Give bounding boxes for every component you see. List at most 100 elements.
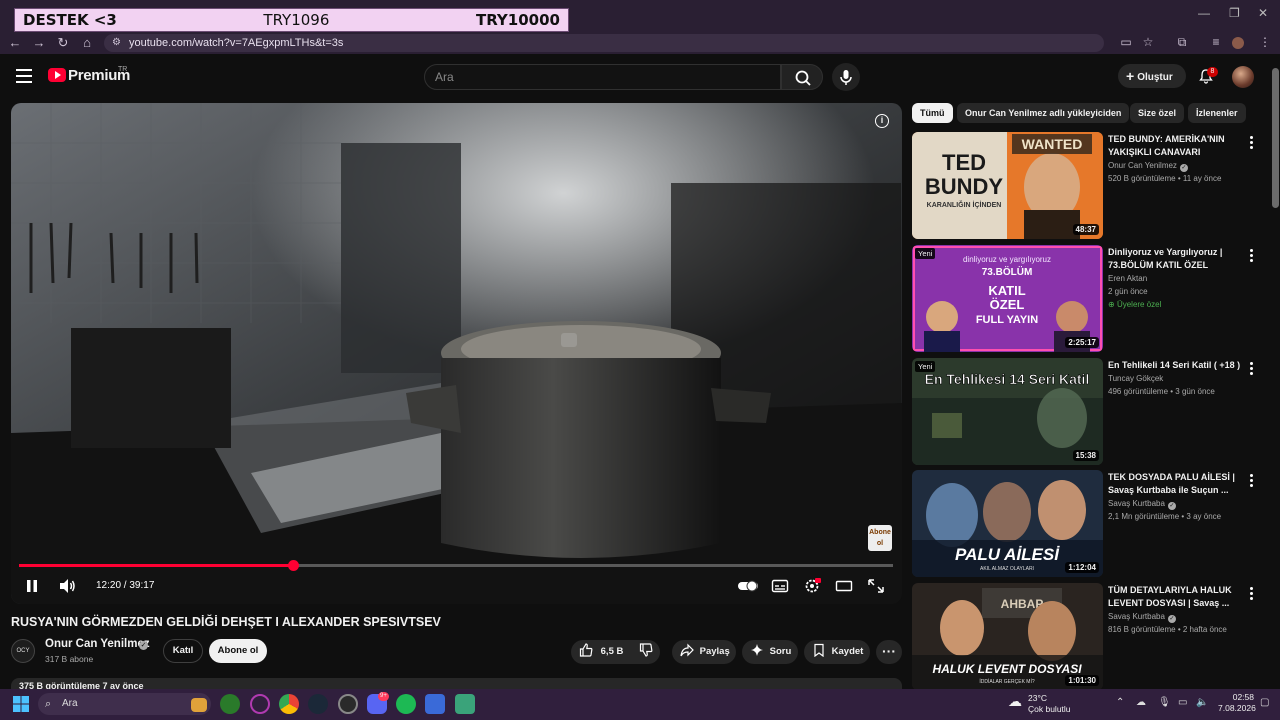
theater-mode-icon[interactable] [835, 578, 853, 594]
share-button[interactable]: Paylaş [672, 640, 736, 664]
save-button[interactable]: Kaydet [804, 640, 870, 664]
scrollbar-thumb[interactable] [1272, 68, 1279, 208]
back-icon[interactable]: ← [6, 34, 24, 52]
recommendation-title[interactable]: En Tehlikeli 14 Seri Katil ( +18 ) [1108, 359, 1242, 372]
donation-overlay: DESTEK <3 TRY1096 TRY10000 [14, 8, 569, 32]
verified-check-icon: ✓ [1179, 164, 1188, 172]
forward-icon[interactable]: → [30, 34, 48, 52]
microphone-tray-icon[interactable]: 🎙 [1158, 697, 1171, 708]
video-player[interactable] [11, 103, 902, 604]
minimize-icon[interactable]: — [1198, 6, 1210, 20]
video-thumbnail[interactable]: En Tehlikesi 14 Seri Katil Yeni 15:38 [912, 358, 1103, 465]
app-blue-icon[interactable] [425, 694, 445, 714]
reload-icon[interactable]: ↻ [54, 34, 72, 52]
steam-icon[interactable] [308, 694, 328, 714]
recommendation-title[interactable]: TED BUNDY: AMERİKA'NIN YAKIŞIKLI CANAVAR… [1108, 133, 1242, 159]
url-field[interactable]: ⚙ youtube.com/watch?v=7AEgxpmLTHs&t=3s [104, 34, 1104, 52]
browser-menu-icon[interactable]: ⋮ [1257, 35, 1273, 49]
youtube-logo-icon[interactable] [48, 68, 66, 82]
search-button[interactable] [781, 64, 823, 90]
recommendation-item[interactable]: PALU AİLESİ AKIL ALMAZ OLAYLARI 1:12:04 … [912, 470, 1264, 578]
volume-icon[interactable] [58, 578, 76, 594]
svg-text:FULL YAYIN: FULL YAYIN [976, 314, 1038, 326]
search-input[interactable]: Ara [424, 64, 781, 90]
ask-button[interactable]: Soru [742, 640, 798, 664]
thumbnail-image: dinliyoruz ve yargılıyoruz 73.BÖLÜM KATI… [912, 245, 1103, 352]
account-avatar[interactable] [1232, 66, 1254, 88]
subscribe-button[interactable]: Abone ol [209, 639, 267, 663]
fullscreen-icon[interactable] [867, 578, 885, 594]
recommendation-title[interactable]: TÜM DETAYLARIYLA HALUK LEVENT DOSYASI | … [1108, 584, 1242, 610]
cloud-tray-icon[interactable]: ☁ [1136, 697, 1146, 708]
duration-badge: 15:38 [1072, 450, 1099, 461]
like-button[interactable]: 6,5 B [579, 643, 623, 657]
bookmark-star-icon[interactable]: ☆ [1140, 35, 1156, 49]
close-icon[interactable]: ✕ [1258, 6, 1268, 20]
spotify-icon[interactable] [396, 694, 416, 714]
recommendation-title[interactable]: Dinliyoruz ve Yargılıyoruz | 73.BÖLÜM KA… [1108, 246, 1242, 272]
reading-list-icon[interactable]: ≡ [1208, 35, 1224, 49]
channel-avatar[interactable]: OCY [11, 639, 35, 663]
settings-gear-icon[interactable] [803, 578, 821, 594]
recommendation-item[interactable]: AHBAP HALUK LEVENT DOSYASI İDDİALAR GERÇ… [912, 583, 1264, 691]
xbox-icon[interactable] [220, 694, 240, 714]
obs-icon[interactable] [338, 694, 358, 714]
cast-icon[interactable]: ▭ [1118, 35, 1134, 49]
channel-watermark[interactable]: Abone ol [868, 525, 892, 551]
video-thumbnail[interactable]: dinliyoruz ve yargılıyoruz 73.BÖLÜM KATI… [912, 245, 1103, 352]
notification-center-icon[interactable]: ▢ [1260, 697, 1269, 708]
recommendation-channel[interactable]: Eren Aktan [1108, 274, 1147, 283]
join-button[interactable]: Katıl [163, 639, 203, 663]
hamburger-menu-icon[interactable] [16, 69, 32, 83]
autoplay-toggle-icon[interactable] [737, 578, 759, 594]
chip-for-you[interactable]: Size özel [1130, 103, 1185, 123]
home-icon[interactable]: ⌂ [78, 34, 96, 52]
network-icon[interactable]: ▭ [1178, 697, 1187, 708]
speaker-icon[interactable]: 🔈 [1196, 697, 1208, 708]
profile-icon[interactable] [1232, 37, 1244, 49]
recommendation-title[interactable]: TEK DOSYADA PALU AİLESİ | Savaş Kurtbaba… [1108, 471, 1242, 497]
more-vertical-icon[interactable] [1250, 474, 1254, 489]
recommendation-item[interactable]: dinliyoruz ve yargılıyoruz 73.BÖLÜM KATI… [912, 245, 1264, 353]
more-vertical-icon[interactable] [1250, 136, 1254, 151]
windows-start-icon[interactable] [13, 696, 29, 712]
pause-icon[interactable] [25, 579, 39, 593]
voice-search-button[interactable] [832, 63, 860, 91]
new-badge: Yeni [915, 248, 936, 259]
video-thumbnail[interactable]: WANTED TED BUNDY KARANLIĞIN İÇİNDEN 48:3… [912, 132, 1103, 239]
recommendation-item[interactable]: WANTED TED BUNDY KARANLIĞIN İÇİNDEN 48:3… [912, 132, 1264, 240]
chip-watched[interactable]: İzlenenler [1188, 103, 1246, 123]
video-thumbnail[interactable]: AHBAP HALUK LEVENT DOSYASI İDDİALAR GERÇ… [912, 583, 1103, 690]
more-vertical-icon[interactable] [1250, 587, 1254, 602]
more-actions-button[interactable]: ··· [876, 640, 902, 664]
dislike-button[interactable] [639, 640, 653, 664]
create-button[interactable]: + Oluştur [1118, 64, 1186, 88]
recommendation-channel[interactable]: Tuncay Gökçek [1108, 374, 1163, 383]
more-vertical-icon[interactable] [1250, 249, 1254, 264]
recommendation-item[interactable]: En Tehlikesi 14 Seri Katil Yeni 15:38 En… [912, 358, 1264, 466]
system-clock[interactable]: 02:58 7.08.2026 [1218, 692, 1256, 714]
channel-name[interactable]: Onur Can Yenilmez [45, 638, 150, 650]
maximize-icon[interactable]: ❐ [1229, 6, 1240, 20]
subtitles-icon[interactable] [771, 578, 789, 594]
chip-from-uploader[interactable]: Onur Can Yenilmez adlı yükleyiciden [957, 103, 1130, 123]
site-info-icon[interactable]: ⚙ [112, 34, 121, 52]
progress-bar[interactable] [19, 560, 893, 571]
app-circle-icon[interactable] [250, 694, 270, 714]
taskbar-search-input[interactable]: ⌕ Ara [38, 693, 211, 715]
weather-widget[interactable]: 23°C Çok bulutlu [1028, 693, 1071, 715]
overlay-middle-text: TRY1096 [263, 11, 330, 29]
chip-all[interactable]: Tümü [912, 103, 953, 123]
recommendation-channel[interactable]: Onur Can Yenilmez ✓ [1108, 161, 1188, 172]
recommendation-channel[interactable]: Savaş Kurtbaba ✓ [1108, 499, 1176, 510]
chrome-icon[interactable] [279, 694, 299, 714]
chevron-up-icon[interactable]: ⌃ [1116, 697, 1124, 708]
video-thumbnail[interactable]: PALU AİLESİ AKIL ALMAZ OLAYLARI 1:12:04 [912, 470, 1103, 577]
info-icon[interactable]: i [875, 114, 889, 128]
app-green-icon[interactable] [455, 694, 475, 714]
more-vertical-icon[interactable] [1250, 362, 1254, 377]
extensions-icon[interactable]: ⧉ [1174, 35, 1190, 50]
file-explorer-icon[interactable] [191, 698, 207, 712]
recommendation-channel[interactable]: Savaş Kurtbaba ✓ [1108, 612, 1176, 623]
members-icon: ⊕ [1108, 300, 1117, 309]
